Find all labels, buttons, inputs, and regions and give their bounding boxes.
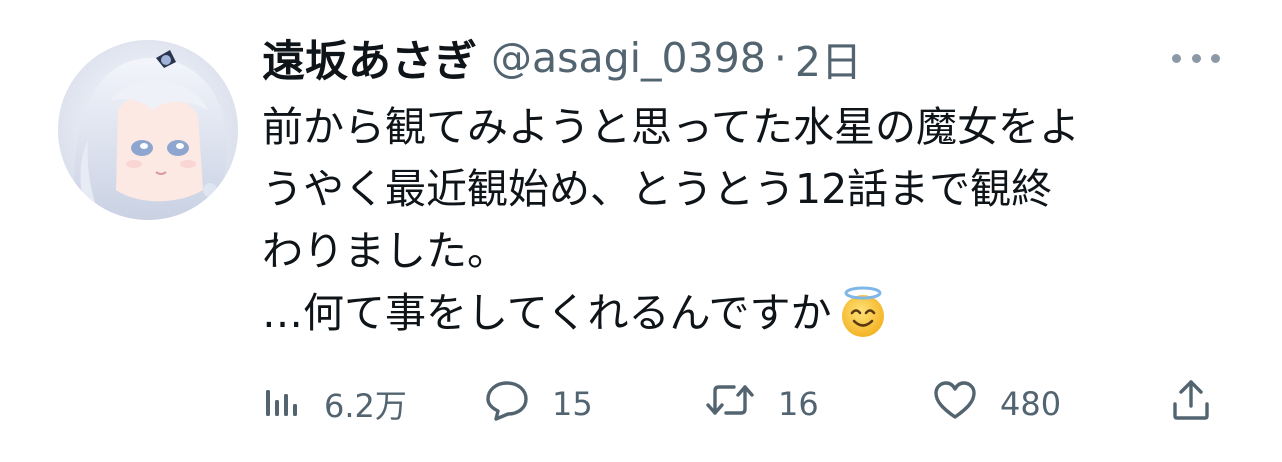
tweet-text-line-last: …何て事をしてくれるんですか xyxy=(262,282,1202,344)
views-button[interactable]: 6.2万 xyxy=(262,376,407,432)
retweet-arrows-icon xyxy=(704,379,756,429)
share-button[interactable] xyxy=(1170,376,1212,432)
display-name[interactable]: 遠坂あさぎ xyxy=(262,27,477,89)
heart-icon xyxy=(932,379,978,429)
retweet-button[interactable]: 16 xyxy=(704,376,819,432)
reply-bubble-icon xyxy=(484,379,530,429)
more-dot-icon xyxy=(1211,53,1220,63)
more-dot-icon xyxy=(1172,53,1181,63)
like-button[interactable]: 480 xyxy=(932,376,1061,432)
tweet-text-last-text: …何て事をしてくれるんですか xyxy=(262,289,832,337)
tweet-text-line: わりました。 xyxy=(262,227,508,275)
user-handle[interactable]: @asagi_0398 xyxy=(491,34,766,82)
tweet-actions-bar: 6.2万 15 16 480 xyxy=(262,376,1222,432)
views-bar-chart-icon xyxy=(262,380,302,428)
tweet-card[interactable]: 遠坂あさぎ @asagi_0398 · 2日 前から観てみようと思ってた水星の魔… xyxy=(0,0,1282,462)
retweet-count: 16 xyxy=(778,385,819,423)
avatar[interactable] xyxy=(58,40,238,220)
tweet-text-line: うやく最近観始め、とうとう12話まで観終 xyxy=(262,165,1053,213)
more-options-button[interactable] xyxy=(1172,44,1220,72)
views-count: 6.2万 xyxy=(324,387,407,425)
timestamp[interactable]: 2日 xyxy=(795,28,862,88)
like-count: 480 xyxy=(1000,385,1062,423)
tweet-text: 前から観てみようと思ってた水星の魔女をよ うやく最近観始め、とうとう12話まで観… xyxy=(262,96,1202,344)
tweet-text-line: 前から観てみようと思ってた水星の魔女をよ xyxy=(262,103,1080,151)
separator-dot: · xyxy=(773,34,787,82)
tweet-header: 遠坂あさぎ @asagi_0398 · 2日 xyxy=(262,28,862,88)
smiling-face-with-halo-icon xyxy=(841,286,884,337)
reply-count: 15 xyxy=(552,385,593,423)
share-upload-icon xyxy=(1170,378,1212,430)
avatar-illustration xyxy=(58,40,238,220)
reply-button[interactable]: 15 xyxy=(484,376,593,432)
more-dot-icon xyxy=(1191,53,1201,63)
